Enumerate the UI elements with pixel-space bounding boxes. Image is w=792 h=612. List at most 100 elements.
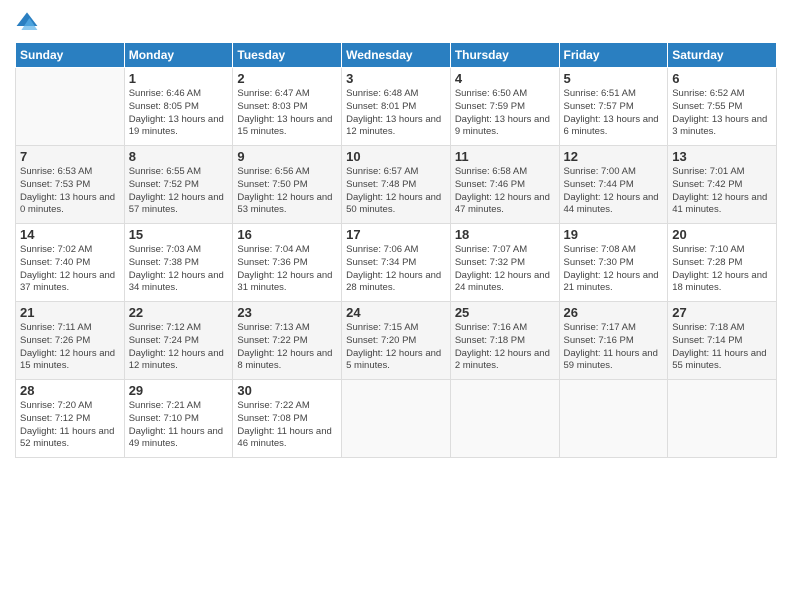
calendar-cell: 18 Sunrise: 7:07 AMSunset: 7:32 PMDayligh… [450,224,559,302]
day-info: Sunrise: 6:58 AMSunset: 7:46 PMDaylight:… [455,166,555,217]
calendar-cell: 19Sunrise: 7:08 AMSunset: 7:30 PMDayligh… [559,224,668,302]
calendar-cell: 25 Sunrise: 7:16 AMSunset: 7:18 PMDayligh… [450,302,559,380]
day-info: Sunrise: 7:18 AMSunset: 7:14 PMDaylight:… [672,322,772,373]
day-number: 17 [346,227,446,242]
day-number: 12 [564,149,664,164]
day-number: 29 [129,383,229,398]
calendar-cell [668,380,777,458]
calendar-cell: 28 Sunrise: 7:20 AMSunset: 7:12 PMDayligh… [16,380,125,458]
weekday-header-saturday: Saturday [668,43,777,68]
day-number: 10 [346,149,446,164]
logo [15,10,43,34]
day-number: 7 [20,149,120,164]
calendar-cell: 27 Sunrise: 7:18 AMSunset: 7:14 PMDayligh… [668,302,777,380]
weekday-header-monday: Monday [124,43,233,68]
day-info: Sunrise: 7:20 AMSunset: 7:12 PMDaylight:… [20,400,120,451]
calendar-cell: 8 Sunrise: 6:55 AMSunset: 7:52 PMDaylight… [124,146,233,224]
day-info: Sunrise: 7:03 AMSunset: 7:38 PMDaylight:… [129,244,229,295]
calendar-table: SundayMondayTuesdayWednesdayThursdayFrid… [15,42,777,458]
day-number: 9 [237,149,337,164]
day-info: Sunrise: 7:21 AMSunset: 7:10 PMDaylight:… [129,400,229,451]
calendar-cell: 3Sunrise: 6:48 AMSunset: 8:01 PMDaylight… [342,68,451,146]
weekday-header-thursday: Thursday [450,43,559,68]
day-number: 15 [129,227,229,242]
day-info: Sunrise: 7:07 AMSunset: 7:32 PMDaylight:… [455,244,555,295]
calendar-cell [342,380,451,458]
week-row-4: 28 Sunrise: 7:20 AMSunset: 7:12 PMDayligh… [16,380,777,458]
day-info: Sunrise: 7:16 AMSunset: 7:18 PMDaylight:… [455,322,555,373]
day-number: 8 [129,149,229,164]
weekday-header-friday: Friday [559,43,668,68]
week-row-1: 7 Sunrise: 6:53 AMSunset: 7:53 PMDaylight… [16,146,777,224]
day-info: Sunrise: 6:57 AMSunset: 7:48 PMDaylight:… [346,166,446,217]
week-row-2: 14 Sunrise: 7:02 AMSunset: 7:40 PMDayligh… [16,224,777,302]
calendar-cell: 30Sunrise: 7:22 AMSunset: 7:08 PMDayligh… [233,380,342,458]
header [15,10,777,34]
day-info: Sunrise: 7:02 AMSunset: 7:40 PMDaylight:… [20,244,120,295]
calendar-cell: 23 Sunrise: 7:13 AMSunset: 7:22 PMDayligh… [233,302,342,380]
calendar-cell: 9 Sunrise: 6:56 AMSunset: 7:50 PMDaylight… [233,146,342,224]
calendar-cell: 13Sunrise: 7:01 AMSunset: 7:42 PMDayligh… [668,146,777,224]
day-number: 23 [237,305,337,320]
day-number: 14 [20,227,120,242]
day-number: 24 [346,305,446,320]
day-info: Sunrise: 7:13 AMSunset: 7:22 PMDaylight:… [237,322,337,373]
calendar-cell: 2 Sunrise: 6:47 AMSunset: 8:03 PMDaylight… [233,68,342,146]
calendar-cell: 10 Sunrise: 6:57 AMSunset: 7:48 PMDayligh… [342,146,451,224]
calendar-cell: 5 Sunrise: 6:51 AMSunset: 7:57 PMDaylight… [559,68,668,146]
calendar-cell [559,380,668,458]
day-number: 6 [672,71,772,86]
calendar-cell: 26 Sunrise: 7:17 AMSunset: 7:16 PMDayligh… [559,302,668,380]
day-number: 26 [564,305,664,320]
day-number: 25 [455,305,555,320]
day-number: 11 [455,149,555,164]
day-number: 5 [564,71,664,86]
day-info: Sunrise: 6:56 AMSunset: 7:50 PMDaylight:… [237,166,337,217]
day-info: Sunrise: 7:01 AMSunset: 7:42 PMDaylight:… [672,166,772,217]
calendar-cell: 4 Sunrise: 6:50 AMSunset: 7:59 PMDaylight… [450,68,559,146]
calendar-cell: 29 Sunrise: 7:21 AMSunset: 7:10 PMDayligh… [124,380,233,458]
calendar-cell: 16Sunrise: 7:04 AMSunset: 7:36 PMDayligh… [233,224,342,302]
day-info: Sunrise: 6:50 AMSunset: 7:59 PMDaylight:… [455,88,555,139]
calendar-cell: 17 Sunrise: 7:06 AMSunset: 7:34 PMDayligh… [342,224,451,302]
day-number: 1 [129,71,229,86]
day-info: Sunrise: 6:53 AMSunset: 7:53 PMDaylight:… [20,166,120,217]
day-info: Sunrise: 7:00 AMSunset: 7:44 PMDaylight:… [564,166,664,217]
day-info: Sunrise: 7:10 AMSunset: 7:28 PMDaylight:… [672,244,772,295]
calendar-cell: 12 Sunrise: 7:00 AMSunset: 7:44 PMDayligh… [559,146,668,224]
weekday-header-wednesday: Wednesday [342,43,451,68]
day-number: 20 [672,227,772,242]
calendar-cell: 11 Sunrise: 6:58 AMSunset: 7:46 PMDayligh… [450,146,559,224]
weekday-header-tuesday: Tuesday [233,43,342,68]
day-info: Sunrise: 7:22 AMSunset: 7:08 PMDaylight:… [237,400,337,451]
day-number: 4 [455,71,555,86]
day-info: Sunrise: 7:08 AMSunset: 7:30 PMDaylight:… [564,244,664,295]
calendar-cell: 24 Sunrise: 7:15 AMSunset: 7:20 PMDayligh… [342,302,451,380]
week-row-0: 1 Sunrise: 6:46 AMSunset: 8:05 PMDaylight… [16,68,777,146]
calendar-cell: 14 Sunrise: 7:02 AMSunset: 7:40 PMDayligh… [16,224,125,302]
calendar-cell [16,68,125,146]
calendar-cell: 21Sunrise: 7:11 AMSunset: 7:26 PMDayligh… [16,302,125,380]
calendar-cell [450,380,559,458]
day-info: Sunrise: 6:47 AMSunset: 8:03 PMDaylight:… [237,88,337,139]
calendar-cell: 15 Sunrise: 7:03 AMSunset: 7:38 PMDayligh… [124,224,233,302]
day-info: Sunrise: 7:04 AMSunset: 7:36 PMDaylight:… [237,244,337,295]
calendar-cell: 22 Sunrise: 7:12 AMSunset: 7:24 PMDayligh… [124,302,233,380]
day-info: Sunrise: 7:11 AMSunset: 7:26 PMDaylight:… [20,322,120,373]
calendar-cell: 20 Sunrise: 7:10 AMSunset: 7:28 PMDayligh… [668,224,777,302]
day-info: Sunrise: 7:17 AMSunset: 7:16 PMDaylight:… [564,322,664,373]
day-number: 18 [455,227,555,242]
day-number: 28 [20,383,120,398]
day-number: 2 [237,71,337,86]
weekday-header-row: SundayMondayTuesdayWednesdayThursdayFrid… [16,43,777,68]
day-info: Sunrise: 6:46 AMSunset: 8:05 PMDaylight:… [129,88,229,139]
day-info: Sunrise: 7:15 AMSunset: 7:20 PMDaylight:… [346,322,446,373]
day-info: Sunrise: 7:06 AMSunset: 7:34 PMDaylight:… [346,244,446,295]
day-info: Sunrise: 7:12 AMSunset: 7:24 PMDaylight:… [129,322,229,373]
day-number: 27 [672,305,772,320]
logo-icon [15,10,39,34]
day-number: 22 [129,305,229,320]
day-info: Sunrise: 6:51 AMSunset: 7:57 PMDaylight:… [564,88,664,139]
day-info: Sunrise: 6:55 AMSunset: 7:52 PMDaylight:… [129,166,229,217]
calendar-cell: 1 Sunrise: 6:46 AMSunset: 8:05 PMDaylight… [124,68,233,146]
